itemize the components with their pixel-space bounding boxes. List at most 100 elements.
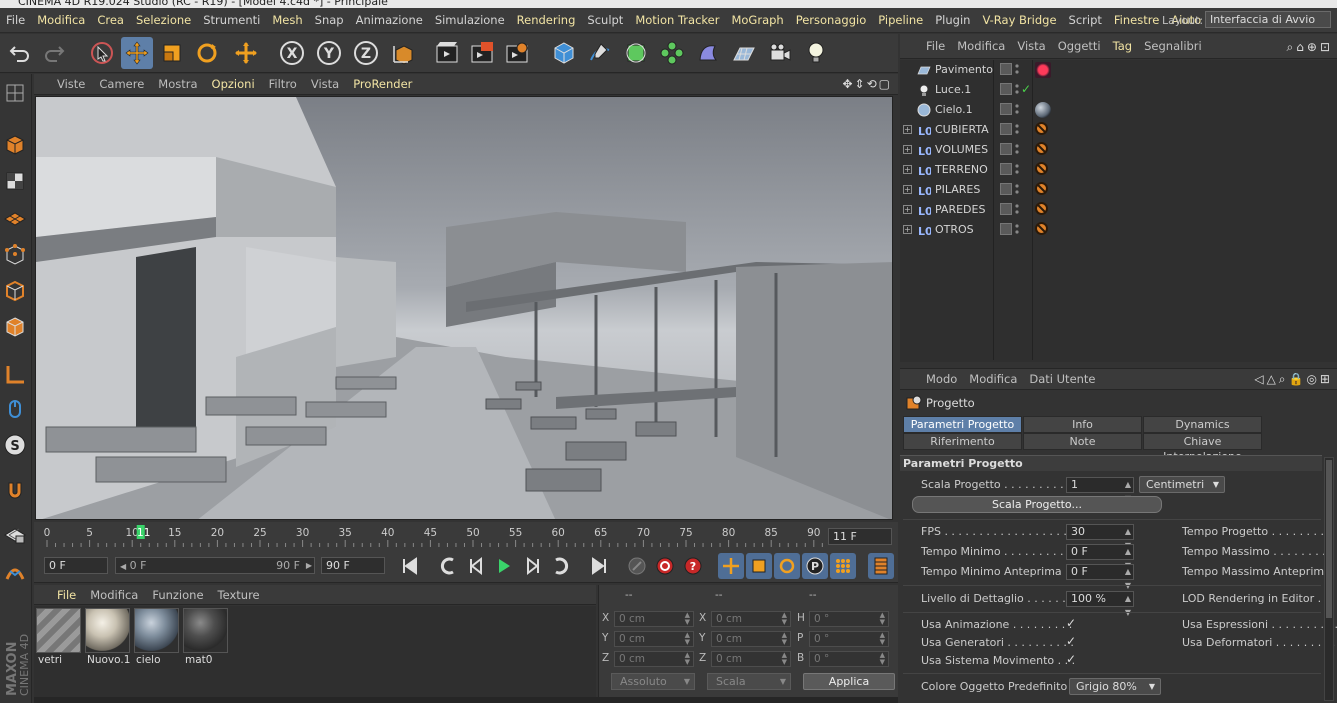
- editor-render-visibility-icon[interactable]: [1015, 182, 1019, 196]
- expand-icon[interactable]: +: [903, 165, 912, 174]
- edges-mode-icon[interactable]: [1, 276, 29, 306]
- scala-progetto-field[interactable]: 1▲▼: [1066, 477, 1134, 503]
- array-cloner-icon[interactable]: [656, 37, 688, 69]
- tab-info[interactable]: Info: [1023, 416, 1142, 433]
- previous-frame-icon[interactable]: [464, 553, 490, 579]
- frame-range-slider[interactable]: ◀ 0 F 90 F ▶: [115, 557, 315, 574]
- fps-field[interactable]: 30▲▼: [1066, 524, 1134, 550]
- object-name[interactable]: PILARES: [935, 183, 980, 196]
- scale-tool-icon[interactable]: [156, 37, 188, 69]
- axis-y-icon[interactable]: Y: [313, 37, 345, 69]
- points-mode-icon[interactable]: [1, 240, 29, 270]
- editor-render-visibility-icon[interactable]: [1015, 82, 1019, 96]
- tab-dynamics[interactable]: Dynamics: [1143, 416, 1262, 433]
- material-menu-file[interactable]: File: [50, 585, 83, 605]
- tempo-minimo-field[interactable]: 0 F▲▼: [1066, 544, 1134, 570]
- expand-icon[interactable]: +: [903, 185, 912, 194]
- layout-select[interactable]: Interfaccia di Avvio: [1205, 11, 1331, 28]
- viewport-navigation-icons[interactable]: ✥⇕⟲▢: [842, 77, 892, 91]
- coord-value-field[interactable]: 0 ° ▲ ▼: [809, 631, 889, 647]
- menu-animazione[interactable]: Animazione: [350, 8, 429, 33]
- tab-note[interactable]: Note: [1023, 433, 1142, 450]
- stepper-arrows-icon[interactable]: ▲▼: [782, 652, 787, 666]
- menu-v-ray-bridge[interactable]: V-Ray Bridge: [976, 8, 1062, 33]
- start-frame-field[interactable]: 0 F: [44, 557, 108, 574]
- magnet-icon[interactable]: [1, 476, 29, 506]
- material-item-nuovo-1[interactable]: Nuovo.1: [85, 608, 130, 666]
- object-name[interactable]: TERRENO: [935, 163, 988, 176]
- apply-button[interactable]: Applica: [803, 673, 895, 690]
- polygons-mode-icon[interactable]: [1, 312, 29, 342]
- key-parameter-icon[interactable]: P: [802, 553, 828, 579]
- editor-render-visibility-icon[interactable]: [1015, 142, 1019, 156]
- layer-tag-icon[interactable]: [1035, 162, 1048, 175]
- key-selection-icon[interactable]: ?: [680, 553, 706, 579]
- viewport-menu-filtro[interactable]: Filtro: [262, 74, 304, 95]
- texture-mode-icon[interactable]: [1, 166, 29, 196]
- material-item-cielo[interactable]: cielo: [134, 608, 179, 666]
- coord-value-field[interactable]: 0 cm ▲ ▼: [711, 611, 791, 627]
- workplane-icon[interactable]: [1, 202, 29, 232]
- menu-snap[interactable]: Snap: [309, 8, 350, 33]
- viewport-menu-mostra[interactable]: Mostra: [151, 74, 204, 95]
- object-row-otros[interactable]: + L0 OTROS: [900, 220, 1337, 240]
- go-to-start-icon[interactable]: [397, 553, 423, 579]
- range-right-arrow-icon[interactable]: ▶: [306, 558, 312, 573]
- object-row-terreno[interactable]: + L0 TERRENO: [900, 160, 1337, 180]
- layer-visibility-icon[interactable]: [1000, 63, 1012, 75]
- lock-workplane-icon[interactable]: [1, 520, 29, 550]
- layer-visibility-icon[interactable]: [1000, 83, 1012, 95]
- move-tool-icon[interactable]: [121, 37, 153, 69]
- menu-personaggio[interactable]: Personaggio: [790, 8, 873, 33]
- scala-progetto-button[interactable]: Scala Progetto...: [912, 496, 1162, 513]
- object-name[interactable]: VOLUMES: [935, 143, 988, 156]
- coord-scale-dropdown[interactable]: Scala ▼: [707, 673, 791, 690]
- object-name[interactable]: Pavimento: [935, 63, 993, 76]
- coord-value-field[interactable]: 0 cm ▲ ▼: [614, 611, 694, 627]
- rotate-tool-icon[interactable]: [191, 37, 223, 69]
- menu-motion-tracker[interactable]: Motion Tracker: [629, 8, 725, 33]
- expand-icon[interactable]: +: [903, 145, 912, 154]
- menu-rendering[interactable]: Rendering: [511, 8, 582, 33]
- object-menu-tag[interactable]: Tag: [1107, 34, 1138, 59]
- axis-x-icon[interactable]: X: [276, 37, 308, 69]
- attribute-scrollbar[interactable]: [1324, 457, 1334, 701]
- transform-tool-icon[interactable]: [230, 37, 262, 69]
- coord-value-field[interactable]: 0 ° ▲ ▼: [809, 611, 889, 627]
- axis-mode-icon[interactable]: [1, 360, 29, 390]
- layer-tag-icon[interactable]: [1035, 182, 1048, 195]
- layer-tag-icon[interactable]: [1035, 142, 1048, 155]
- menu-script[interactable]: Script: [1063, 8, 1108, 33]
- object-row-luce-1[interactable]: Luce.1 ✓: [900, 80, 1337, 100]
- render-picture-viewer-icon[interactable]: [466, 37, 498, 69]
- redo-icon[interactable]: [38, 37, 70, 69]
- object-name[interactable]: OTROS: [935, 223, 974, 236]
- render-view-icon[interactable]: [431, 37, 463, 69]
- object-row-paredes[interactable]: + L0 PAREDES: [900, 200, 1337, 220]
- coord-value-field[interactable]: 0 ° ▲ ▼: [809, 651, 889, 667]
- menu-file[interactable]: File: [0, 8, 31, 33]
- previous-key-icon[interactable]: [435, 553, 461, 579]
- axis-z-icon[interactable]: Z: [350, 37, 382, 69]
- object-name[interactable]: CUBIERTA: [935, 123, 989, 136]
- end-frame-field[interactable]: 90 F: [321, 557, 385, 574]
- editor-render-visibility-icon[interactable]: [1015, 222, 1019, 236]
- menu-strumenti[interactable]: Strumenti: [197, 8, 266, 33]
- layer-visibility-icon[interactable]: [1000, 103, 1012, 115]
- object-row-pavimento[interactable]: Pavimento: [900, 60, 1337, 80]
- render-settings-icon[interactable]: [501, 37, 533, 69]
- usa-generatori-checkbox[interactable]: ✓: [1066, 635, 1078, 648]
- undo-icon[interactable]: [4, 37, 36, 69]
- coord-value-field[interactable]: 0 cm ▲ ▼: [711, 631, 791, 647]
- attribute-menu-modo[interactable]: Modo: [920, 368, 963, 390]
- menu-pipeline[interactable]: Pipeline: [872, 8, 929, 33]
- object-menu-vista[interactable]: Vista: [1011, 34, 1051, 59]
- coord-value-field[interactable]: 0 cm ▲ ▼: [711, 651, 791, 667]
- layer-visibility-icon[interactable]: [1000, 183, 1012, 195]
- object-menu-modifica[interactable]: Modifica: [951, 34, 1011, 59]
- attribute-menu-dati-utente[interactable]: Dati Utente: [1023, 368, 1101, 390]
- layer-visibility-icon[interactable]: [1000, 203, 1012, 215]
- material-menu-modifica[interactable]: Modifica: [83, 585, 145, 605]
- coord-value-field[interactable]: 0 cm ▲ ▼: [614, 631, 694, 647]
- object-name[interactable]: Luce.1: [935, 83, 971, 96]
